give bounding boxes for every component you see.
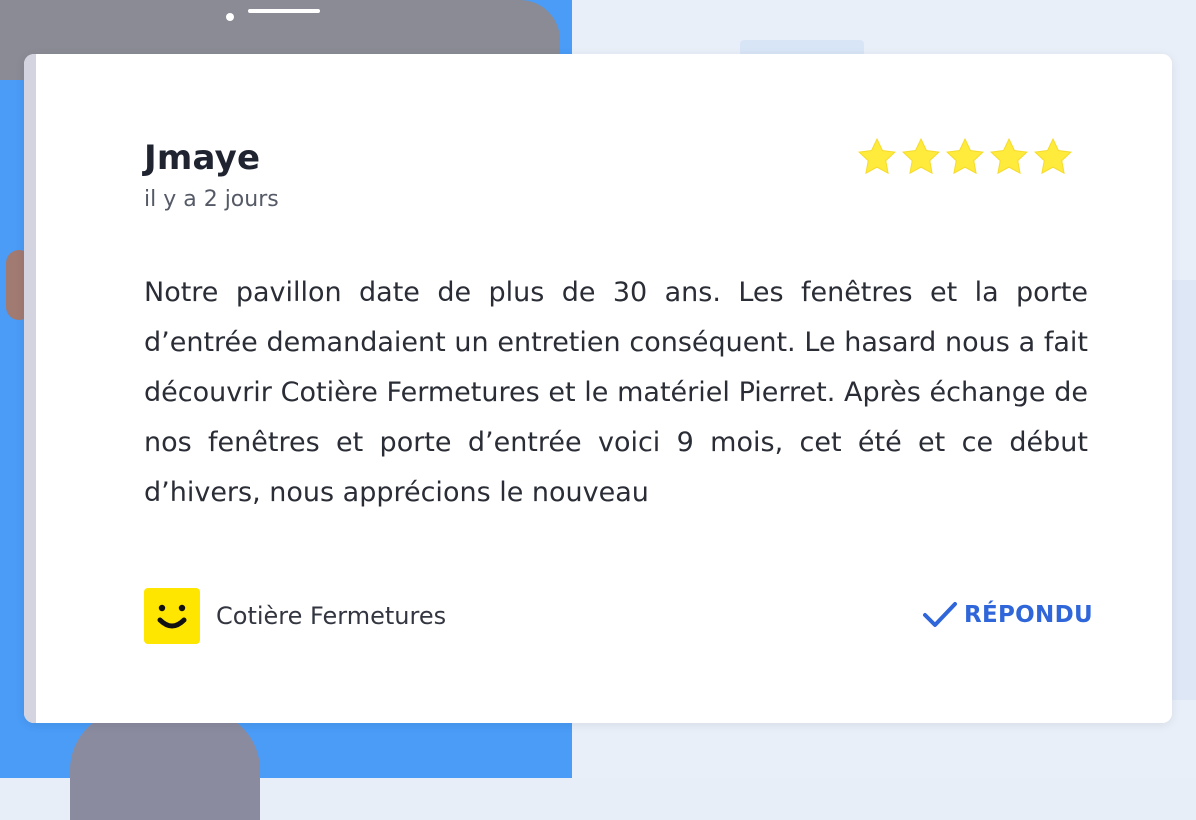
replied-label: RÉPONDU [964,602,1093,628]
background-strip [1168,280,1196,700]
replied-status: RÉPONDU [922,600,1093,630]
review-date: il y a 2 jours [144,187,279,212]
review-card: Jmaye il y a 2 jours Notre pavillon date… [24,54,1172,723]
review-author: Jmaye [144,138,261,178]
check-icon [923,602,957,627]
star-icon [901,137,941,175]
star-icon [945,137,985,175]
star-icon [857,137,897,175]
star-rating [856,136,1074,178]
review-card-body: Jmaye il y a 2 jours Notre pavillon date… [36,54,1172,723]
review-text: Notre pavillon date de plus de 30 ans. L… [144,277,1088,508]
star-icon [989,137,1029,175]
hand-illustration [70,710,260,820]
business-name: Cotière Fermetures [216,602,447,630]
smiley-logo-icon [144,588,200,644]
card-accent-bar [24,54,36,723]
star-icon [1033,137,1073,175]
